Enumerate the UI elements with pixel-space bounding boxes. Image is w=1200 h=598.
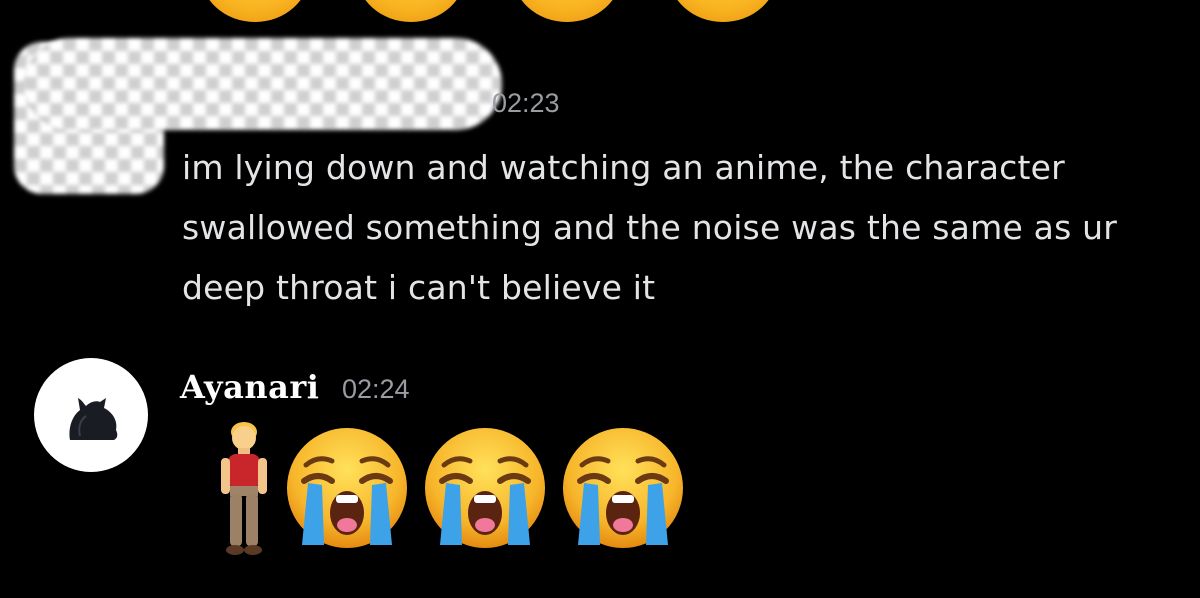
message-timestamp: 02:24: [342, 374, 410, 404]
avatar[interactable]: [34, 358, 148, 472]
cat-silhouette-icon: [69, 398, 118, 440]
emoji-icon: [356, 0, 466, 22]
loudly-crying-face-icon: [287, 428, 407, 548]
chat-view: 02:23 im lying down and watching an anim…: [0, 0, 1200, 598]
redacted-username: [24, 38, 502, 130]
username[interactable]: Ayanari: [180, 368, 319, 406]
emoji-icon: [512, 0, 622, 22]
loudly-crying-face-icon: [563, 428, 683, 548]
emoji-icon: [668, 0, 778, 22]
message-timestamp: 02:23: [492, 88, 560, 118]
emoji-icon: [200, 0, 310, 22]
message-emojis: [216, 418, 686, 558]
loudly-crying-face-icon: [425, 428, 545, 548]
person-standing-icon: [221, 422, 267, 555]
message-content: im lying down and watching an anime, the…: [182, 148, 1118, 307]
previous-message-emojis: [200, 0, 778, 22]
